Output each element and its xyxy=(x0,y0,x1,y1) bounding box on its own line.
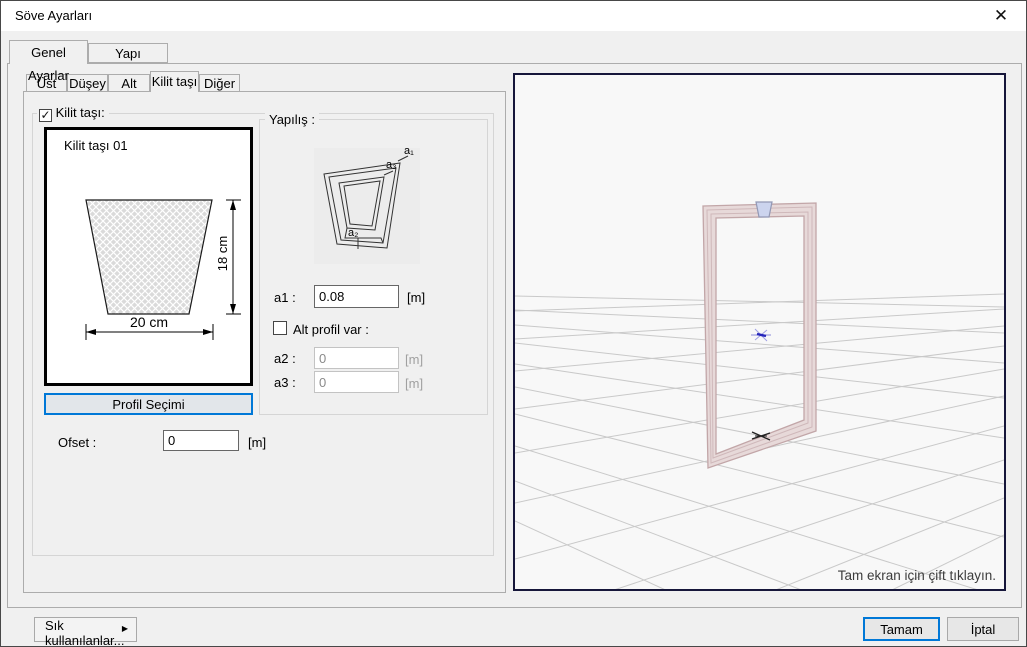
favorites-button-label: Sık kullanılanlar... xyxy=(45,618,125,647)
dialog-title: Söve Ayarları xyxy=(15,8,92,23)
diagram-a3-label: a₃ xyxy=(386,159,397,171)
construction-diagram-canvas xyxy=(314,148,420,264)
offset-input[interactable] xyxy=(163,430,239,451)
a1-unit: [m] xyxy=(407,290,425,305)
a2-input[interactable] xyxy=(314,347,399,369)
3d-viewport-canvas xyxy=(515,75,1004,589)
offset-unit: [m] xyxy=(248,435,266,450)
close-icon[interactable]: ✕ xyxy=(990,6,1012,26)
diagram-a1-label: a₁ xyxy=(404,145,414,157)
keystone-3d xyxy=(756,202,772,217)
profile-preview: Kilit taşı 01 18 cm 20 cm xyxy=(44,127,253,386)
axis-marker-blue xyxy=(751,329,771,341)
a2-label: a2 : xyxy=(274,351,296,366)
tab-yapi-bilesenleri[interactable]: Yapı Bileşenleri xyxy=(88,43,168,63)
height-dimension-label: 18 cm xyxy=(215,236,230,271)
tab-dusey[interactable]: Düşey xyxy=(67,74,108,92)
flyout-arrow-icon: ▶ xyxy=(122,624,128,633)
construction-diagram: a₁ a₃ a₂ xyxy=(314,148,420,264)
alt-profil-label: Alt profil var : xyxy=(293,322,369,337)
tab-alt[interactable]: Alt xyxy=(108,74,150,92)
kilit-tasi-checkbox[interactable]: ✓ xyxy=(39,109,52,122)
a3-unit: [m] xyxy=(405,376,423,391)
profile-name: Kilit taşı 01 xyxy=(64,138,128,153)
favorites-button[interactable]: Sık kullanılanlar... ▶ xyxy=(34,617,137,642)
ok-button[interactable]: Tamam xyxy=(863,617,940,641)
a1-label: a1 : xyxy=(274,290,296,305)
yapilis-group-title: Yapılış : xyxy=(265,112,319,127)
kilit-tasi-checkbox-label: Kilit taşı: xyxy=(56,105,105,120)
offset-label: Ofset : xyxy=(58,435,96,450)
width-dimension-label: 20 cm xyxy=(119,314,179,330)
fullscreen-hint: Tam ekran için çift tıklayın. xyxy=(838,568,996,583)
tab-diger[interactable]: Diğer xyxy=(199,74,240,92)
kilit-tasi-check-row: ✓ Kilit taşı: xyxy=(37,105,109,122)
tab-kilit-tasi[interactable]: Kilit taşı xyxy=(150,71,199,92)
a1-input[interactable] xyxy=(314,285,399,308)
3d-viewport[interactable]: Tam ekran için çift tıklayın. xyxy=(513,73,1006,591)
sove-ayarlari-dialog: Söve Ayarları ✕ Genel Ayarlar Yapı Bileş… xyxy=(0,0,1027,647)
a3-label: a3 : xyxy=(274,375,296,390)
a3-input[interactable] xyxy=(314,371,399,393)
tab-genel-ayarlar[interactable]: Genel Ayarlar xyxy=(9,40,88,64)
diagram-a2-label: a₂ xyxy=(348,227,358,239)
title-bar: Söve Ayarları ✕ xyxy=(1,1,1026,31)
a2-unit: [m] xyxy=(405,352,423,367)
profile-select-button[interactable]: Profil Seçimi xyxy=(44,393,253,415)
alt-profil-checkbox[interactable] xyxy=(273,321,287,335)
cancel-button[interactable]: İptal xyxy=(947,617,1019,641)
